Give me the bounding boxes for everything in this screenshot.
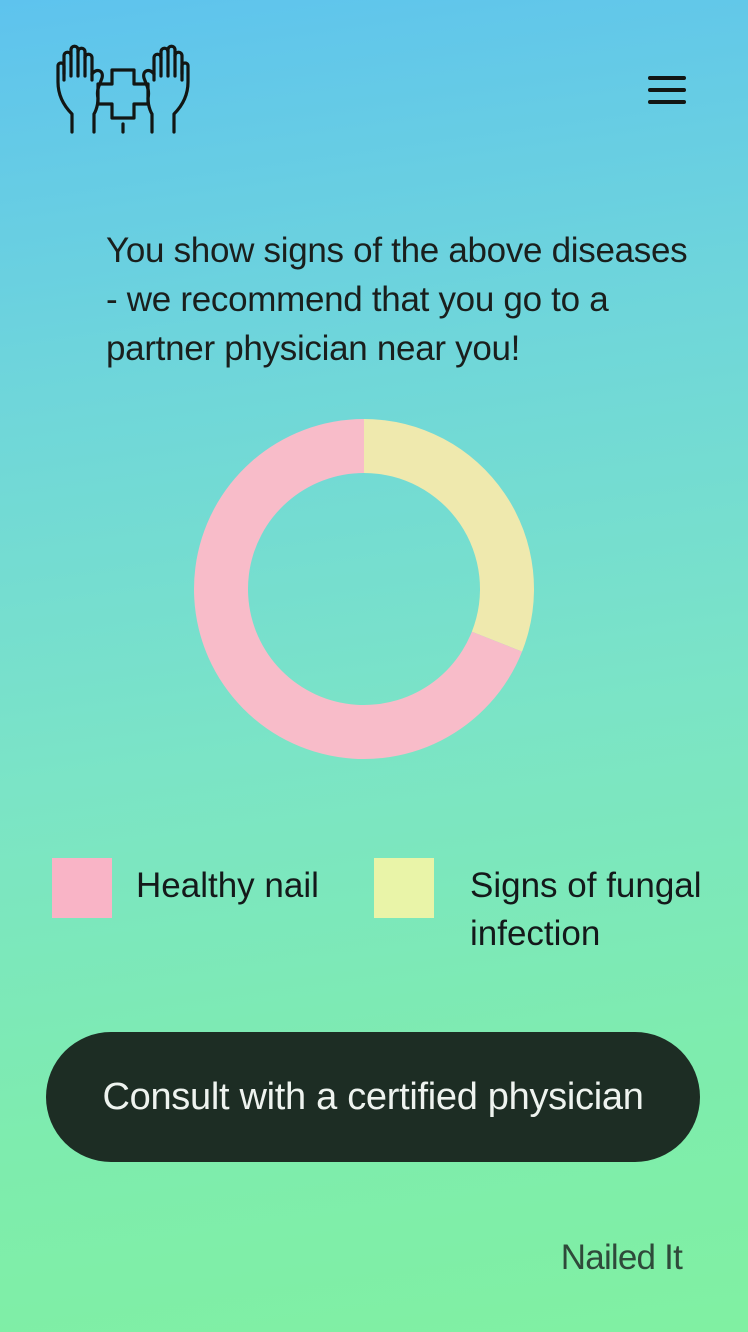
hamburger-menu-icon[interactable] bbox=[640, 68, 694, 112]
brand-name: Nailed It bbox=[560, 1238, 683, 1277]
donut-slice-signs-of-fungal-infection bbox=[364, 419, 534, 652]
hands-with-medical-cross-icon bbox=[54, 44, 192, 138]
legend-label-healthy-nail: Healthy nail bbox=[136, 866, 319, 905]
consult-physician-button[interactable]: Consult with a certified physician bbox=[46, 1032, 700, 1162]
menu-line bbox=[648, 76, 686, 80]
legend-item-fungal-infection: Signs of fungal infection bbox=[374, 858, 744, 958]
legend-swatch-healthy-nail bbox=[52, 858, 112, 918]
legend-swatch-fungal-infection bbox=[374, 858, 434, 918]
result-message: You show signs of the above diseases - w… bbox=[106, 231, 688, 368]
menu-line bbox=[648, 88, 686, 92]
legend-item-healthy-nail: Healthy nail bbox=[52, 858, 352, 958]
result-donut-chart bbox=[194, 419, 534, 759]
legend-label-fungal-infection: Signs of fungal infection bbox=[470, 866, 702, 953]
menu-line bbox=[648, 100, 686, 104]
